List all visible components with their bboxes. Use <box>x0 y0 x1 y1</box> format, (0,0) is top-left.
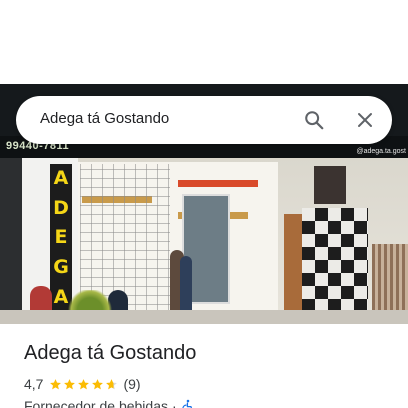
photo-checker-wall <box>302 208 368 324</box>
review-count[interactable]: (9) <box>123 376 140 392</box>
sign-letter: D <box>53 196 69 219</box>
star-icon <box>50 378 62 389</box>
star-icon <box>106 378 118 389</box>
place-title: Adega tá Gostando <box>24 342 197 364</box>
star-icon <box>64 378 76 389</box>
clear-search-button[interactable] <box>351 106 379 134</box>
star-icon <box>92 378 104 389</box>
close-icon <box>358 113 372 127</box>
search-bar[interactable]: Adega tá Gostando <box>16 96 392 144</box>
photo-wine-shelf <box>314 166 346 204</box>
sign-letter: E <box>54 226 68 249</box>
rating-stars <box>49 378 119 391</box>
photo-shelf <box>178 180 258 187</box>
sign-letter: A <box>53 167 69 190</box>
star-icon <box>78 378 90 389</box>
photo-left-wall <box>0 158 22 324</box>
wheelchair-icon <box>181 399 192 408</box>
separator-dot: · <box>172 398 177 408</box>
rating-row[interactable]: 4,7 (9) <box>24 375 141 393</box>
photo-handle-text: @adega.ta.gost <box>356 148 406 155</box>
search-input[interactable]: Adega tá Gostando <box>40 110 169 127</box>
photo-person <box>180 256 192 314</box>
category-row: Fornecedor de bebidas · <box>24 398 195 408</box>
photo-door <box>284 214 304 314</box>
rating-value: 4,7 <box>24 376 44 392</box>
place-category: Fornecedor de bebidas <box>24 398 168 408</box>
search-button[interactable] <box>300 106 328 134</box>
sign-letter: G <box>53 256 69 279</box>
photo-floor <box>0 310 408 324</box>
search-icon <box>305 111 324 130</box>
